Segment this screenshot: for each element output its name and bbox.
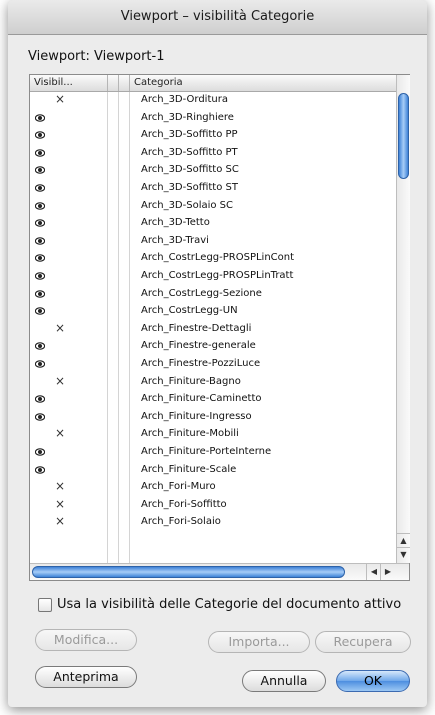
category-name: Arch_3D-Solaio SC	[141, 199, 234, 211]
category-list: Visibil... Categoria × Arch_3D-Orditura Ar…	[29, 74, 410, 581]
table-row[interactable]: × Arch_Finiture-Mobili	[30, 426, 396, 443]
hidden-mark-icon[interactable]: ×	[55, 374, 65, 389]
category-rows: × Arch_3D-Orditura Arch_3D-Ringhiere Arch_3…	[30, 92, 396, 563]
table-row[interactable]: Arch_3D-Soffitto SC	[30, 162, 396, 179]
table-row[interactable]: Arch_3D-Soffitto ST	[30, 180, 396, 197]
eye-icon[interactable]	[34, 148, 46, 158]
category-name: Arch_Finestre-generale	[141, 340, 256, 352]
category-name: Arch_3D-Soffitto PP	[141, 129, 238, 141]
vertical-scrollbar[interactable]: ▲ ▼	[396, 75, 410, 563]
eye-icon[interactable]	[34, 289, 46, 299]
table-row[interactable]: × Arch_3D-Orditura	[30, 92, 396, 109]
table-row[interactable]: × Arch_Finiture-Bagno	[30, 374, 396, 391]
eye-icon[interactable]	[34, 113, 46, 123]
table-row[interactable]: Arch_Finiture-Ingresso	[30, 409, 396, 426]
category-name: Arch_3D-Travi	[141, 234, 209, 246]
table-row[interactable]: Arch_3D-Soffitto PP	[30, 127, 396, 144]
eye-icon[interactable]	[34, 271, 46, 281]
eye-icon[interactable]	[34, 183, 46, 193]
window-title: Viewport – visibilità Categorie	[8, 0, 427, 35]
hidden-mark-icon[interactable]: ×	[55, 321, 65, 336]
scroll-left-arrow-icon[interactable]: ◀	[366, 564, 381, 580]
table-row[interactable]: Arch_Finestre-PozziLuce	[30, 356, 396, 373]
eye-icon[interactable]	[34, 253, 46, 263]
table-row[interactable]: Arch_CostrLegg-Sezione	[30, 286, 396, 303]
category-name: Arch_Finiture-Mobili	[141, 428, 239, 440]
category-name: Arch_3D-Orditura	[141, 94, 228, 105]
horizontal-scrollbar[interactable]: ◀ ▶	[30, 563, 409, 580]
eye-icon[interactable]	[34, 165, 46, 175]
eye-icon[interactable]	[34, 306, 46, 316]
column-header-visibility[interactable]: Visibil...	[34, 77, 73, 88]
table-row[interactable]: × Arch_Fori-Solaio	[30, 514, 396, 531]
eye-icon[interactable]	[34, 236, 46, 246]
table-row[interactable]: Arch_Finestre-generale	[30, 338, 396, 355]
category-name: Arch_3D-Ringhiere	[141, 111, 234, 123]
category-name: Arch_CostrLegg-PROSPLinCont	[141, 252, 295, 264]
category-name: Arch_Finestre-PozziLuce	[141, 358, 261, 369]
eye-icon[interactable]	[34, 130, 46, 140]
category-name: Arch_3D-Soffitto PT	[141, 146, 238, 158]
eye-icon[interactable]	[34, 465, 46, 475]
table-row[interactable]: Arch_CostrLegg-UN	[30, 303, 396, 320]
table-row[interactable]: Arch_3D-Solaio SC	[30, 198, 396, 215]
list-header: Visibil... Categoria	[30, 75, 409, 92]
scroll-right-arrow-icon[interactable]: ▶	[380, 564, 395, 580]
vertical-scroll-thumb[interactable]	[398, 93, 409, 179]
table-row[interactable]: Arch_Finiture-Caminetto	[30, 391, 396, 408]
recupera-button[interactable]: Recupera	[315, 631, 411, 653]
eye-icon[interactable]	[34, 201, 46, 211]
hidden-mark-icon[interactable]: ×	[55, 479, 65, 494]
ok-button[interactable]: OK	[336, 670, 410, 692]
table-row[interactable]: Arch_CostrLegg-PROSPLinCont	[30, 250, 396, 267]
table-row[interactable]: × Arch_Fori-Muro	[30, 479, 396, 496]
table-row[interactable]: × Arch_Fori-Soffitto	[30, 497, 396, 514]
eye-icon[interactable]	[34, 359, 46, 369]
scroll-up-arrow-icon[interactable]: ▲	[397, 533, 410, 547]
eye-icon[interactable]	[34, 447, 46, 457]
eye-icon[interactable]	[34, 394, 46, 404]
category-name: Arch_CostrLegg-PROSPLinTratt	[141, 270, 294, 281]
table-row[interactable]: × Arch_Finestre-Dettagli	[30, 321, 396, 338]
category-name: Arch_Finiture-Scale	[141, 463, 237, 475]
category-name: Arch_Finestre-Dettagli	[141, 322, 252, 334]
category-name: Arch_Fori-Soffitto	[141, 498, 227, 510]
category-name: Arch_Finiture-Caminetto	[141, 393, 262, 405]
eye-icon[interactable]	[34, 218, 46, 228]
eye-icon[interactable]	[34, 341, 46, 351]
category-name: Arch_CostrLegg-Sezione	[141, 287, 262, 299]
table-row[interactable]: Arch_3D-Soffitto PT	[30, 145, 396, 162]
category-name: Arch_Finiture-Bagno	[141, 375, 241, 387]
hidden-mark-icon[interactable]: ×	[55, 92, 65, 107]
scroll-down-arrow-icon[interactable]: ▼	[397, 547, 410, 561]
category-name: Arch_Finiture-Ingresso	[141, 410, 252, 422]
category-name: Arch_3D-Soffitto ST	[141, 182, 238, 193]
table-row[interactable]: Arch_CostrLegg-PROSPLinTratt	[30, 268, 396, 285]
annulla-button[interactable]: Annulla	[242, 670, 326, 692]
importa-button[interactable]: Importa...	[208, 631, 310, 653]
hidden-mark-icon[interactable]: ×	[55, 426, 65, 441]
table-row[interactable]: Arch_Finiture-PorteInterne	[30, 444, 396, 461]
table-row[interactable]: Arch_3D-Travi	[30, 233, 396, 250]
category-name: Arch_Finiture-PorteInterne	[141, 446, 272, 457]
anteprima-button[interactable]: Anteprima	[35, 666, 137, 688]
modifica-button[interactable]: Modifica...	[35, 629, 137, 651]
category-name: Arch_Fori-Muro	[141, 481, 216, 493]
column-header-category[interactable]: Categoria	[134, 77, 183, 88]
eye-icon[interactable]	[34, 412, 46, 422]
table-row[interactable]: Arch_3D-Tetto	[30, 215, 396, 232]
category-name: Arch_3D-Soffitto SC	[141, 164, 239, 176]
category-name: Arch_Fori-Solaio	[141, 516, 221, 528]
viewport-label: Viewport: Viewport-1	[28, 49, 165, 64]
use-document-visibility-checkbox[interactable]	[38, 598, 52, 612]
horizontal-scroll-thumb[interactable]	[32, 566, 345, 578]
category-name: Arch_CostrLegg-UN	[141, 305, 238, 317]
hidden-mark-icon[interactable]: ×	[55, 514, 65, 529]
table-row[interactable]: Arch_3D-Ringhiere	[30, 110, 396, 127]
use-document-visibility-label[interactable]: Usa la visibilità delle Categorie del do…	[57, 597, 401, 612]
dialog-window: Viewport – visibilità Categorie Viewport…	[8, 0, 427, 707]
category-name: Arch_3D-Tetto	[141, 217, 210, 229]
hidden-mark-icon[interactable]: ×	[55, 497, 65, 512]
table-row[interactable]: Arch_Finiture-Scale	[30, 462, 396, 479]
